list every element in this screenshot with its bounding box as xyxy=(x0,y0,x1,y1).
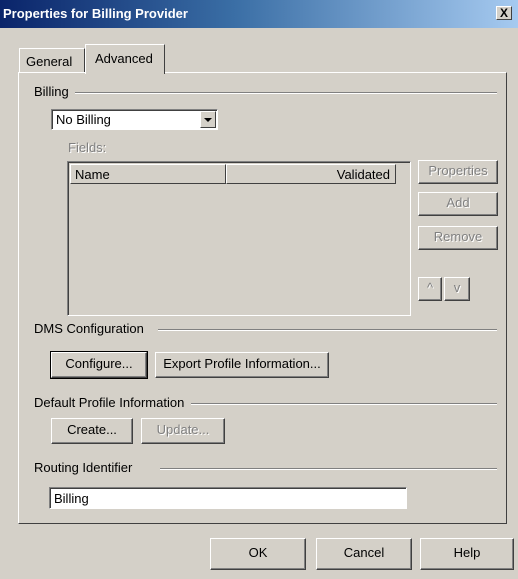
tab-advanced[interactable]: Advanced xyxy=(85,44,165,74)
ok-button[interactable]: OK xyxy=(210,538,306,570)
chevron-down-icon[interactable] xyxy=(200,111,216,128)
move-up-button[interactable]: ^ xyxy=(418,277,442,301)
create-button[interactable]: Create... xyxy=(51,418,133,444)
billing-group-divider xyxy=(70,92,497,94)
add-button[interactable]: Add xyxy=(418,192,498,216)
billing-type-value: No Billing xyxy=(56,112,111,127)
routing-group-label: Routing Identifier xyxy=(34,460,139,475)
column-header-name[interactable]: Name xyxy=(70,164,226,184)
dms-group-divider xyxy=(158,329,497,331)
window-title: Properties for Billing Provider xyxy=(3,6,188,21)
configure-button[interactable]: Configure... xyxy=(50,351,148,379)
billing-type-select[interactable]: No Billing xyxy=(51,109,218,130)
routing-identifier-input[interactable]: Billing xyxy=(49,487,407,509)
billing-group-label: Billing xyxy=(34,84,75,99)
fields-list-header: Name Validated xyxy=(70,164,396,184)
column-header-validated[interactable]: Validated xyxy=(226,164,396,184)
remove-button[interactable]: Remove xyxy=(418,226,498,250)
move-down-button[interactable]: v xyxy=(444,277,470,301)
help-button[interactable]: Help xyxy=(420,538,514,570)
profile-group-divider xyxy=(191,403,497,405)
fields-label: Fields: xyxy=(68,140,113,155)
export-profile-button[interactable]: Export Profile Information... xyxy=(155,352,329,378)
tab-general[interactable]: General xyxy=(19,48,85,72)
profile-group-label: Default Profile Information xyxy=(34,395,191,410)
properties-button[interactable]: Properties xyxy=(418,160,498,184)
routing-group-divider xyxy=(160,468,497,470)
close-button[interactable]: X xyxy=(496,6,512,20)
title-bar[interactable]: Properties for Billing Provider X xyxy=(0,0,518,28)
cancel-button[interactable]: Cancel xyxy=(316,538,412,570)
update-button[interactable]: Update... xyxy=(141,418,225,444)
fields-list[interactable]: Name Validated xyxy=(67,161,411,316)
dms-group-label: DMS Configuration xyxy=(34,321,150,336)
